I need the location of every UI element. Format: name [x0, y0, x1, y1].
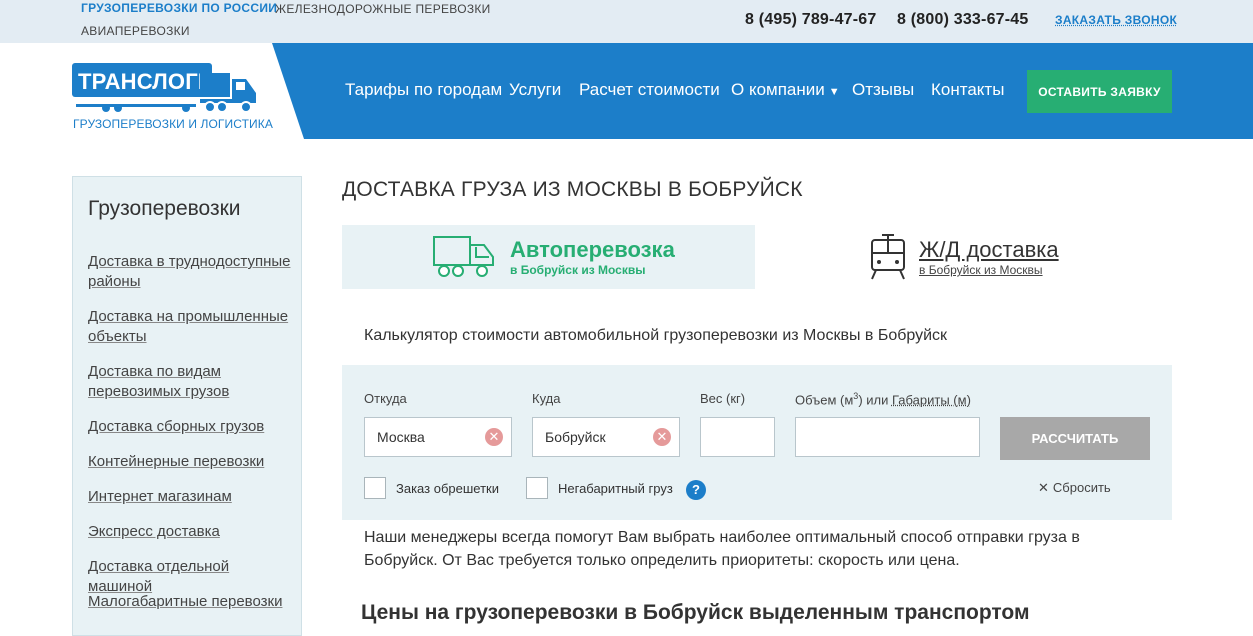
toplink-rail[interactable]: Железнодорожные перевозки: [275, 2, 491, 16]
volume-label-text-b: ) или: [858, 392, 892, 407]
nav-contacts[interactable]: Контакты: [931, 80, 1004, 100]
weight-field[interactable]: [700, 417, 775, 457]
sidebar-title: Грузоперевозки: [88, 197, 241, 221]
help-icon[interactable]: ?: [686, 480, 706, 500]
nav-about[interactable]: О компании ▼: [731, 80, 840, 100]
leave-request-button[interactable]: Оставить заявку: [1027, 70, 1172, 113]
reset-label: Сбросить: [1053, 480, 1111, 495]
sidebar-item-industrial[interactable]: Доставка на промышленные объекты: [88, 307, 293, 347]
from-field[interactable]: Москва ✕: [364, 417, 512, 457]
sidebar-item-groupage[interactable]: Доставка сборных грузов: [88, 417, 293, 437]
description-text: Наши менеджеры всегда помогут Вам выбрат…: [364, 526, 1124, 572]
oversize-checkbox[interactable]: [526, 477, 548, 499]
callback-link[interactable]: Заказать звонок: [1055, 13, 1177, 27]
truck-logo-icon: [200, 69, 258, 113]
toplink-russia[interactable]: Грузоперевозки по России: [81, 1, 277, 15]
nav-about-label: О компании: [731, 80, 825, 99]
tab-rail-title: Ж/Д доставка: [919, 237, 1059, 263]
clear-from-icon[interactable]: ✕: [485, 428, 503, 446]
close-icon: ✕: [1038, 480, 1049, 495]
logo-road-icon: [76, 99, 196, 113]
sidebar-item-express[interactable]: Экспресс доставка: [88, 522, 293, 542]
sidebar-item-online-stores[interactable]: Интернет магазинам: [88, 487, 293, 507]
from-value: Москва: [377, 429, 425, 445]
nav-reviews[interactable]: Отзывы: [852, 80, 914, 100]
toplink-air[interactable]: Авиаперевозки: [81, 24, 190, 38]
sidebar-item-dedicated[interactable]: Доставка отдельной машиной: [88, 557, 293, 597]
volume-label: Объем (м3) или Габариты (м): [795, 391, 971, 407]
sidebar: Грузоперевозки Доставка в труднодоступны…: [72, 176, 302, 636]
nav-calculation[interactable]: Расчет стоимости: [579, 80, 720, 100]
top-bar: Грузоперевозки по России Железнодорожные…: [0, 0, 1253, 43]
to-value: Бобруйск: [545, 429, 606, 445]
volume-label-text: Объем (м: [795, 392, 853, 407]
sidebar-item-remote-areas[interactable]: Доставка в труднодоступные районы: [88, 252, 293, 292]
phone-free[interactable]: 8 (800) 333-67-45: [897, 11, 1029, 29]
header: ТРАНСЛОГИСТ Грузоперевозки и логистика Т…: [0, 43, 1253, 139]
crate-checkbox-label[interactable]: Заказ обрешетки: [396, 481, 499, 496]
reset-button[interactable]: ✕ Сбросить: [1038, 480, 1111, 496]
tab-rail-subtitle: в Бобруйск из Москвы: [919, 263, 1043, 277]
sidebar-item-cargo-types[interactable]: Доставка по видам перевозимых грузов: [88, 362, 293, 402]
volume-field[interactable]: [795, 417, 980, 457]
phone-moscow[interactable]: 8 (495) 789-47-67: [745, 11, 877, 29]
from-label: Откуда: [364, 391, 407, 406]
train-icon: [868, 233, 908, 281]
nav-services[interactable]: Услуги: [509, 80, 561, 100]
tab-auto-title: Автоперевозка: [510, 237, 675, 263]
dimensions-link[interactable]: Габариты (м): [892, 392, 971, 407]
calculator-title: Калькулятор стоимости автомобильной груз…: [364, 327, 947, 345]
clear-to-icon[interactable]: ✕: [653, 428, 671, 446]
to-field[interactable]: Бобруйск ✕: [532, 417, 680, 457]
logo[interactable]: ТРАНСЛОГИСТ Грузоперевозки и логистика: [72, 61, 272, 133]
logo-subtitle: Грузоперевозки и логистика: [73, 117, 273, 131]
tab-auto-subtitle: в Бобруйск из Москвы: [510, 263, 645, 277]
weight-label: Вес (кг): [700, 391, 745, 406]
crate-checkbox[interactable]: [364, 477, 386, 499]
calculate-button[interactable]: Рассчитать: [1000, 417, 1150, 460]
tab-auto[interactable]: Автоперевозка в Бобруйск из Москвы: [342, 225, 755, 289]
truck-icon: [432, 233, 496, 279]
sidebar-item-small[interactable]: Малогабаритные перевозки: [88, 592, 293, 612]
oversize-checkbox-label[interactable]: Негабаритный груз: [558, 481, 673, 496]
nav-tariffs[interactable]: Тарифы по городам: [345, 80, 502, 100]
tab-rail[interactable]: Ж/Д доставка в Бобруйск из Москвы: [868, 225, 1168, 289]
calculator: Откуда Москва ✕ Куда Бобруйск ✕ Вес (кг)…: [342, 365, 1172, 520]
page-title: Доставка груза из Москвы в Бобруйск: [342, 178, 803, 202]
to-label: Куда: [532, 391, 560, 406]
caret-down-icon: ▼: [829, 86, 840, 98]
prices-heading: Цены на грузоперевозки в Бобруйск выделе…: [361, 601, 1030, 625]
sidebar-item-container[interactable]: Контейнерные перевозки: [88, 452, 293, 472]
